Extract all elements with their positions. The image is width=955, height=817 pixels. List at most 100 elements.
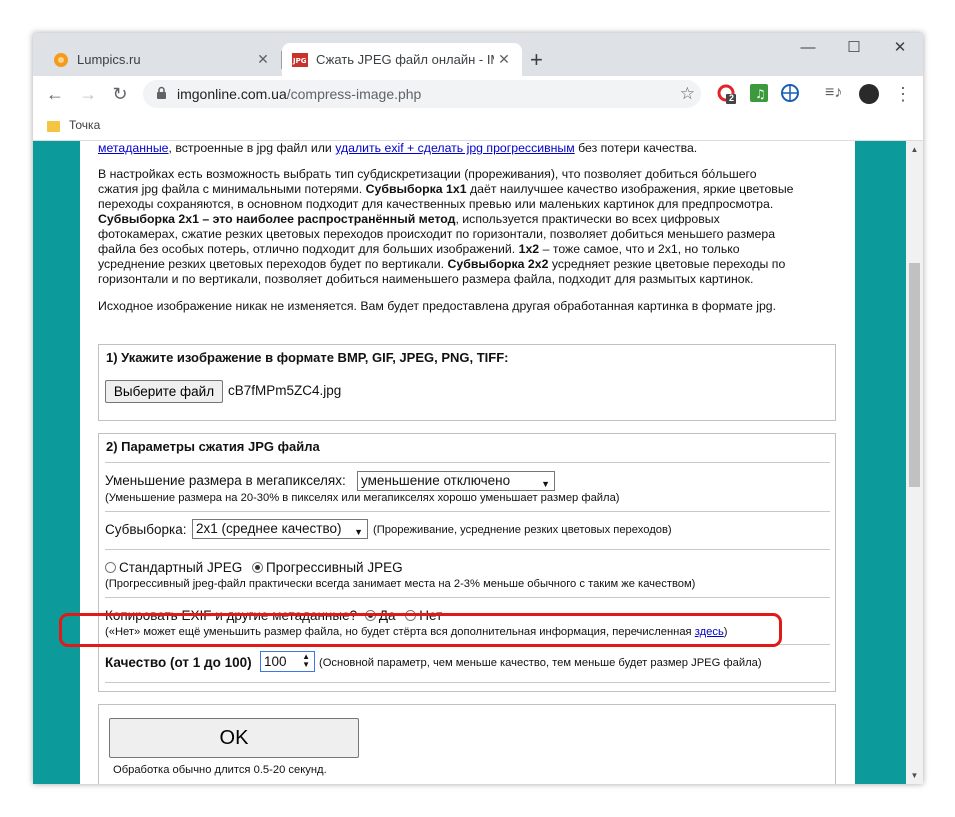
quality-highlight-annotation [59, 613, 782, 647]
vertical-scrollbar[interactable]: ▲ ▼ [906, 141, 923, 784]
tab-title: Сжать JPEG файл онлайн - IMG [316, 52, 494, 67]
subsample-label: Субвыборка: [105, 522, 187, 537]
resize-note: (Уменьшение размера на 20-30% в пикселях… [105, 492, 620, 504]
lumpics-favicon-icon [54, 52, 68, 67]
description-bold: Субвыборка 2х1 – это наиболее распростра… [98, 212, 456, 226]
svg-text:♫: ♫ [755, 87, 766, 101]
quality-row: Качество (от 1 до 100) 100 ▲ ▼ (Основной п… [105, 644, 830, 683]
description-line: сжатия jpg файла с минимальными потерями… [98, 182, 794, 197]
quality-note: (Основной параметр, чем меньше качество,… [319, 657, 762, 669]
new-tab-icon[interactable]: + [530, 47, 543, 73]
submit-fieldset: OK Обработка обычно длится 0.5-20 секунд… [98, 704, 836, 784]
resize-select[interactable]: уменьшение отключено ▼ [357, 471, 555, 491]
bookmark-item[interactable]: Точка [47, 118, 100, 132]
stepper-arrows-icon[interactable]: ▲ ▼ [302, 653, 310, 669]
dropdown-arrow-icon: ▼ [354, 527, 363, 537]
description-line: файла без особых потерь, отлично подходи… [98, 242, 794, 257]
selected-filename: cB7fMPm5ZC4.jpg [228, 383, 342, 398]
quality-input[interactable]: 100 ▲ ▼ [260, 651, 315, 672]
choose-file-button[interactable]: Выберите файл [105, 380, 223, 403]
quality-label: Качество (от 1 до 100) [105, 655, 252, 670]
subsample-note: (Прореживание, усреднение резких цветовы… [373, 524, 672, 536]
step1-fieldset: 1) Укажите изображение в формате BMP, GI… [98, 344, 836, 421]
source-note: Исходное изображение никак не изменяется… [98, 299, 777, 313]
description-text: – тоже самое, что и 2х1, но только [539, 242, 740, 256]
scroll-down-icon[interactable]: ▼ [906, 771, 923, 780]
tab-title: Lumpics.ru [77, 52, 141, 67]
browser-window: Lumpics.ru ✕ JPG Сжать JPEG файл онлайн … [33, 33, 923, 784]
progressive-jpeg-label: Прогрессивный JPEG [266, 560, 403, 575]
intro-line: метаданные, встроенные в jpg файл или уд… [98, 141, 697, 156]
bookmark-label: Точка [69, 118, 101, 132]
intro-text: , встроенные в jpg файл или [168, 141, 336, 155]
description-text: файла без особых потерь, отлично подходи… [98, 242, 516, 256]
ok-button[interactable]: OK [109, 718, 359, 758]
resize-label: Уменьшение размера в мегапикселях: [105, 473, 346, 488]
progressive-jpeg-radio[interactable] [252, 562, 263, 573]
svg-text:JPG: JPG [292, 57, 307, 65]
description-paragraph: В настройках есть возможность выбрать ти… [98, 167, 794, 287]
reload-icon[interactable]: ↻ [108, 82, 132, 106]
jpeg-type-options: Стандартный JPEG Прогрессивный JPEG [105, 560, 403, 575]
bookmark-star-icon[interactable]: ☆ [680, 84, 695, 104]
url-path: /compress-image.php [286, 86, 422, 102]
subsample-selected-value: 2x1 (среднее качество) [196, 521, 342, 536]
forward-icon[interactable]: → [76, 82, 100, 106]
processing-note: Обработка обычно длится 0.5-20 секунд. [113, 764, 327, 776]
opera-extension-icon[interactable]: 2 [717, 84, 737, 104]
page-content: метаданные, встроенные в jpg файл или уд… [80, 141, 855, 784]
description-text: сжатия jpg файла с минимальными потерями… [98, 182, 363, 196]
description-line: В настройках есть возможность выбрать ти… [98, 167, 757, 181]
tab-lumpics[interactable]: Lumpics.ru ✕ [41, 43, 281, 76]
description-text: , используется практически во всех цифро… [455, 212, 720, 226]
description-bold: Субвыборка 1х1 [365, 182, 467, 196]
vpn-extension-icon[interactable] [781, 84, 801, 104]
menu-icon[interactable]: ⋮ [891, 82, 915, 106]
tab-strip: Lumpics.ru ✕ JPG Сжать JPEG файл онлайн … [33, 33, 923, 76]
description-line: Субвыборка 2х1 – это наиболее распростра… [98, 212, 794, 227]
bookmarks-bar: Точка [33, 112, 923, 141]
browser-toolbar: ← → ↻ imgonline.com.ua/compress-image.ph… [33, 76, 923, 112]
remove-exif-link[interactable]: удалить exif + сделать jpg прогрессивным [335, 141, 574, 155]
description-line: фотокамерах, сжатие резких цветовых пере… [98, 227, 776, 241]
subsample-row: Субвыборка: 2x1 (среднее качество) ▼ (Про… [105, 511, 830, 549]
description-line: горизонтали и по вертикали, позволяет до… [98, 272, 754, 286]
music-extension-icon[interactable]: ♫ [750, 84, 770, 104]
subsample-select[interactable]: 2x1 (среднее качество) ▼ [192, 519, 368, 539]
tab-imgonline[interactable]: JPG Сжать JPEG файл онлайн - IMG ✕ [282, 43, 522, 76]
tab-close-icon[interactable]: ✕ [494, 51, 514, 68]
description-bold: 1х2 [518, 242, 540, 256]
intro-text: без потери качества. [574, 141, 698, 155]
resize-selected-value: уменьшение отключено [361, 473, 511, 488]
description-line: усреднение резких цветовых переходов буд… [98, 257, 794, 272]
extension-badge: 2 [729, 93, 735, 103]
step2-fieldset: 2) Параметры сжатия JPG файла Уменьшение… [98, 433, 836, 692]
scroll-up-icon[interactable]: ▲ [906, 145, 923, 154]
minimize-icon[interactable]: — [785, 33, 831, 65]
address-bar[interactable]: imgonline.com.ua/compress-image.php ☆ [143, 80, 701, 108]
url-host: imgonline.com.ua [177, 86, 287, 102]
lock-icon [157, 86, 166, 99]
close-window-icon[interactable]: ✕ [877, 33, 923, 65]
quality-value: 100 [264, 654, 287, 669]
jpg-favicon-icon: JPG [292, 52, 308, 67]
description-line: переходы сохраняются, в основном подходи… [98, 197, 774, 211]
description-text: усредняет резкие цветовые переходы по [548, 257, 786, 271]
url-text: imgonline.com.ua/compress-image.php [177, 86, 421, 102]
standard-jpeg-radio[interactable] [105, 562, 116, 573]
description-text: даёт наилучшее качество изображения, ярк… [466, 182, 794, 196]
step1-legend: 1) Укажите изображение в формате BMP, GI… [106, 350, 509, 365]
avatar[interactable] [859, 84, 879, 104]
tab-close-icon[interactable]: ✕ [253, 51, 273, 68]
folder-icon [47, 120, 60, 132]
resize-row: Уменьшение размера в мегапикселях: умень… [105, 462, 830, 511]
scrollbar-thumb[interactable] [909, 263, 920, 487]
maximize-icon[interactable]: ☐ [831, 33, 877, 65]
description-text: усреднение резких цветовых переходов буд… [98, 257, 445, 271]
media-controls-icon[interactable]: ≡♪ [825, 84, 845, 104]
back-icon[interactable]: ← [43, 82, 67, 106]
jpeg-type-note: (Прогрессивный jpeg-файл практически все… [105, 578, 696, 590]
description-bold: Субвыборка 2х2 [447, 257, 549, 271]
step2-legend: 2) Параметры сжатия JPG файла [106, 439, 320, 454]
metadata-link[interactable]: метаданные [98, 141, 169, 155]
